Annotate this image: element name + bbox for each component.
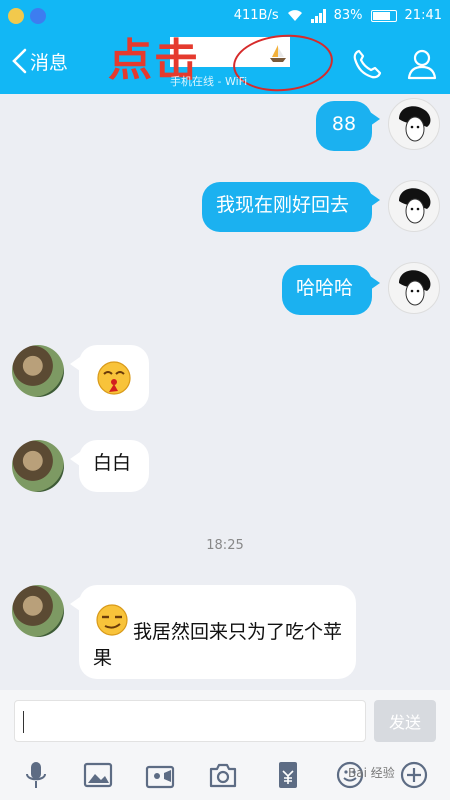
message-text: 我居然回来只为了吃个苹果 xyxy=(93,621,343,669)
text-caret xyxy=(23,711,24,733)
video-call-icon[interactable] xyxy=(144,759,176,791)
message-bubble[interactable]: 哈哈哈 xyxy=(282,265,372,315)
back-label: 消息 xyxy=(30,51,69,74)
status-time: 21:41 xyxy=(404,8,442,23)
send-button[interactable]: 发送 xyxy=(374,700,436,742)
avatar[interactable] xyxy=(12,345,64,397)
notification-app-icon xyxy=(8,8,24,24)
chat-timestamp: 18:25 xyxy=(206,538,244,553)
message-bubble[interactable]: 白白 xyxy=(79,440,149,492)
profile-icon xyxy=(407,49,437,80)
message-bubble[interactable]: 我现在刚好回去 xyxy=(202,182,372,232)
red-packet-icon[interactable] xyxy=(272,759,304,791)
chat-header: 消息 点击 手机在线 - WiFi xyxy=(0,30,450,96)
message-bubble[interactable]: 我居然回来只为了吃个苹果 xyxy=(79,585,356,679)
message-bubble[interactable] xyxy=(79,345,149,411)
composer-bar: 发送 xyxy=(0,690,450,750)
contact-profile-button[interactable] xyxy=(405,47,439,81)
message-bubble[interactable]: 88 xyxy=(316,101,372,151)
bubble-tail xyxy=(370,112,380,126)
status-bar: 411B/s 83% 21:41 xyxy=(0,0,450,33)
avatar[interactable] xyxy=(12,585,64,637)
bubble-tail xyxy=(370,193,380,207)
signal-icon xyxy=(310,8,326,23)
online-status: 手机在线 - WiFi xyxy=(170,75,248,88)
cartoon-avatar-icon xyxy=(399,188,431,224)
battery-percent: 83% xyxy=(333,8,363,23)
back-button[interactable]: 消息 xyxy=(10,47,68,75)
cartoon-avatar-icon xyxy=(399,106,431,142)
phone-icon xyxy=(353,49,382,79)
avatar[interactable] xyxy=(388,180,440,232)
bubble-tail xyxy=(370,276,380,290)
network-speed: 411B/s xyxy=(233,8,279,23)
camera-icon[interactable] xyxy=(207,759,239,791)
cartoon-avatar-icon xyxy=(399,270,431,306)
plus-icon[interactable] xyxy=(398,759,430,791)
battery-icon xyxy=(370,9,397,22)
chevron-left-icon xyxy=(12,48,27,74)
wifi-icon xyxy=(287,10,302,21)
avatar[interactable] xyxy=(388,262,440,314)
microphone-icon[interactable] xyxy=(20,759,52,791)
nosebleed-emoji-icon xyxy=(97,361,131,395)
message-input[interactable] xyxy=(14,700,366,742)
avatar[interactable] xyxy=(388,98,440,150)
status-right: 411B/s 83% 21:41 xyxy=(234,8,442,23)
notification-app-icon-2 xyxy=(30,8,46,24)
avatar[interactable] xyxy=(12,440,64,492)
watermark: Bai 经验 xyxy=(348,766,395,780)
call-button[interactable] xyxy=(350,47,384,81)
image-icon[interactable] xyxy=(82,759,114,791)
notification-icons xyxy=(8,8,46,24)
